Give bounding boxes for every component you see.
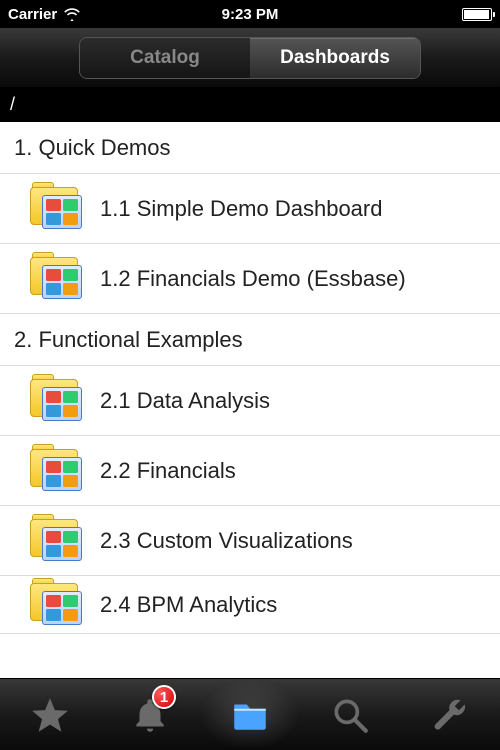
list-item[interactable]: 2.4 BPM Analytics xyxy=(0,576,500,634)
item-label: 1.1 Simple Demo Dashboard xyxy=(100,196,382,222)
breadcrumb: / xyxy=(0,88,500,122)
nav-bar: Catalog Dashboards xyxy=(0,28,500,88)
battery-icon xyxy=(462,8,492,21)
item-label: 1.2 Financials Demo (Essbase) xyxy=(100,266,406,292)
tab-bar: 1 xyxy=(0,678,500,750)
segment-catalog[interactable]: Catalog xyxy=(80,38,250,78)
dashboard-folder-icon xyxy=(30,187,82,231)
segmented-control: Catalog Dashboards xyxy=(79,37,421,79)
item-label: 2.3 Custom Visualizations xyxy=(100,528,353,554)
dashboard-list[interactable]: 1. Quick Demos 1.1 Simple Demo Dashboard… xyxy=(0,122,500,678)
wifi-icon xyxy=(63,7,81,21)
status-left: Carrier xyxy=(8,6,81,23)
status-right xyxy=(462,8,492,21)
dashboard-folder-icon xyxy=(30,583,82,627)
dashboard-folder-icon xyxy=(30,519,82,563)
section-header: 1. Quick Demos xyxy=(0,122,500,174)
dashboard-folder-icon xyxy=(30,449,82,493)
tab-browse[interactable] xyxy=(200,679,300,750)
wrench-icon xyxy=(429,694,471,736)
segment-dashboards[interactable]: Dashboards xyxy=(250,38,420,78)
tab-favorites[interactable] xyxy=(0,679,100,750)
carrier-label: Carrier xyxy=(8,6,57,23)
alerts-badge: 1 xyxy=(152,685,176,709)
list-item[interactable]: 2.1 Data Analysis xyxy=(0,366,500,436)
list-item[interactable]: 2.2 Financials xyxy=(0,436,500,506)
list-item[interactable]: 1.2 Financials Demo (Essbase) xyxy=(0,244,500,314)
list-item[interactable]: 2.3 Custom Visualizations xyxy=(0,506,500,576)
item-label: 2.1 Data Analysis xyxy=(100,388,270,414)
section-header: 2. Functional Examples xyxy=(0,314,500,366)
dashboard-folder-icon xyxy=(30,379,82,423)
status-time: 9:23 PM xyxy=(222,6,279,23)
star-icon xyxy=(29,694,71,736)
tab-search[interactable] xyxy=(300,679,400,750)
item-label: 2.2 Financials xyxy=(100,458,236,484)
search-icon xyxy=(329,694,371,736)
list-item[interactable]: 1.1 Simple Demo Dashboard xyxy=(0,174,500,244)
tab-settings[interactable] xyxy=(400,679,500,750)
tab-alerts[interactable]: 1 xyxy=(100,679,200,750)
folder-icon xyxy=(229,694,271,736)
item-label: 2.4 BPM Analytics xyxy=(100,592,277,618)
status-bar: Carrier 9:23 PM xyxy=(0,0,500,28)
dashboard-folder-icon xyxy=(30,257,82,301)
